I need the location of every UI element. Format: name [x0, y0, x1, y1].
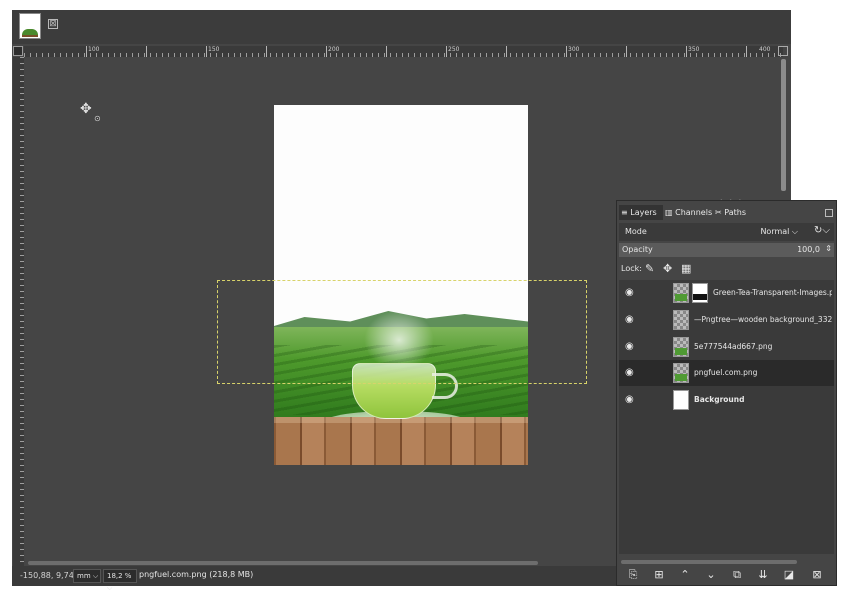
layer-mask-thumbnail[interactable] — [692, 283, 708, 303]
lock-label: Lock: — [621, 264, 642, 273]
dock-tabs: ≡ Layers ▥ Channels ✂ Paths — [617, 203, 836, 221]
close-tab-icon[interactable]: ⊠ — [48, 19, 58, 29]
ruler-label: 400 — [759, 46, 771, 53]
ruler-major-tick — [746, 46, 747, 57]
duplicate-layer-icon[interactable]: ⧉ — [729, 567, 745, 583]
ruler-major-tick — [146, 46, 147, 57]
layers-button-bar: ⎘ ⊞ ⌃ ⌄ ⧉ ⇊ ◪ ⊠ — [619, 566, 834, 584]
move-cursor-icon: ✥ — [80, 101, 92, 117]
opacity-value: 100,0 — [797, 245, 820, 254]
delete-layer-icon[interactable]: ⊠ — [809, 567, 825, 583]
layer-name: 5e777544ad667.png — [694, 342, 773, 351]
layer-thumbnail — [673, 363, 689, 383]
mode-select[interactable]: Normal ⌵ — [760, 227, 798, 237]
ruler-major-tick — [326, 46, 327, 57]
layer-boundary-selection — [217, 280, 587, 384]
wooden-table — [274, 417, 528, 465]
visibility-eye-icon[interactable]: ◉ — [625, 367, 634, 378]
list-item[interactable]: ◉ Green-Tea-Transparent-Images.png — [619, 280, 834, 306]
vertical-ruler[interactable] — [13, 57, 24, 567]
lock-alpha-icon[interactable]: ▦ — [681, 262, 691, 275]
tab-channels-label: Channels — [675, 208, 713, 217]
ruler-major-tick — [446, 46, 447, 57]
opacity-label: Opacity — [622, 245, 653, 254]
tab-paths[interactable]: ✂ Paths — [713, 205, 755, 220]
layer-name: pngfuel.com.png — [694, 368, 758, 377]
ruler-major-tick — [686, 46, 687, 57]
unit-select[interactable]: mm ⌵ — [73, 569, 101, 583]
thumbnail-wood — [22, 35, 38, 37]
layer-name: —Pngtree—wooden background_332239 — [694, 315, 832, 324]
layer-thumbnail — [673, 310, 689, 330]
ruler-major-tick — [206, 46, 207, 57]
visibility-eye-icon[interactable]: ◉ — [625, 314, 634, 325]
lock-position-icon[interactable]: ✥ — [663, 262, 672, 275]
visibility-eye-icon[interactable]: ◉ — [625, 394, 634, 405]
layer-thumbnail — [673, 337, 689, 357]
ruler-label: 300 — [568, 46, 580, 53]
layer-thumbnail — [673, 283, 689, 303]
cursor-target-icon: ⊙ — [94, 114, 101, 123]
status-message: pngfuel.com.png (218,8 MB) — [139, 570, 254, 579]
status-bar: -150,88, 9,74 mm ⌵ 18,2 % ⌵ pngfuel.com.… — [12, 566, 616, 592]
layers-dock: ≡ Layers ▥ Channels ✂ Paths Mode Normal … — [616, 200, 837, 586]
list-item[interactable]: ◉ Background — [619, 387, 834, 413]
list-item[interactable]: ◉ 5e777544ad667.png — [619, 334, 834, 360]
mode-value: Normal — [760, 227, 790, 236]
mode-label: Mode — [625, 227, 647, 236]
quick-mask-toggle[interactable] — [13, 46, 23, 56]
image-tab-thumbnail[interactable] — [19, 13, 41, 39]
new-layer-icon[interactable]: ⊞ — [651, 567, 667, 583]
tab-paths-label: Paths — [724, 208, 746, 217]
mode-row: Mode Normal ⌵ ↻⌵ — [619, 223, 834, 241]
visibility-eye-icon[interactable]: ◉ — [625, 287, 634, 298]
unit-value: mm — [77, 572, 91, 580]
vertical-scrollbar[interactable] — [781, 59, 786, 191]
ruler-label: 250 — [448, 46, 460, 53]
ruler-major-tick — [626, 46, 627, 57]
horizontal-scrollbar[interactable] — [28, 561, 538, 565]
add-mask-icon[interactable]: ◪ — [781, 567, 797, 583]
lock-row: Lock: ✎ ✥ ▦ — [619, 261, 834, 277]
raise-layer-icon[interactable]: ⌃ — [677, 567, 693, 583]
tab-layers-label: Layers — [630, 208, 657, 217]
layer-name: Background — [694, 395, 745, 404]
ruler-major-tick — [566, 46, 567, 57]
pointer-coordinates: -150,88, 9,74 — [20, 571, 74, 580]
lower-layer-icon[interactable]: ⌄ — [703, 567, 719, 583]
new-layer-group-icon[interactable]: ⎘ — [625, 567, 641, 583]
list-item[interactable]: ◉ —Pngtree—wooden background_332239 — [619, 307, 834, 333]
layers-horizontal-scrollbar[interactable] — [621, 560, 797, 564]
ruler-label: 100 — [88, 46, 100, 53]
ruler-label: 350 — [688, 46, 700, 53]
zoom-value: 18,2 % — [107, 572, 132, 580]
layer-thumbnail — [673, 390, 689, 410]
layers-list: ◉ Green-Tea-Transparent-Images.png ◉ —Pn… — [619, 280, 834, 554]
merge-layer-icon[interactable]: ⇊ — [755, 567, 771, 583]
lock-pixels-icon[interactable]: ✎ — [645, 262, 654, 275]
list-item[interactable]: ◉ pngfuel.com.png — [619, 360, 834, 386]
ruler-major-tick — [506, 46, 507, 57]
ruler-label: 200 — [328, 46, 340, 53]
tab-layers[interactable]: ≡ Layers — [619, 205, 663, 220]
layer-name: Green-Tea-Transparent-Images.png — [713, 288, 832, 297]
tab-channels[interactable]: ▥ Channels — [663, 205, 713, 220]
ruler-major-tick — [86, 46, 87, 57]
horizontal-ruler[interactable]: 100 150 200 250 300 350 400 — [24, 46, 783, 57]
zoom-select[interactable]: 18,2 % ⌵ — [103, 569, 137, 592]
visibility-eye-icon[interactable]: ◉ — [625, 341, 634, 352]
dock-config-icon[interactable] — [825, 209, 833, 217]
ruler-major-tick — [386, 46, 387, 57]
ruler-major-tick — [266, 46, 267, 57]
mode-reset-icon[interactable]: ↻⌵ — [814, 225, 830, 236]
opacity-slider[interactable]: Opacity 100,0 ⇕ — [619, 243, 834, 257]
ruler-label: 150 — [208, 46, 220, 53]
opacity-spinner-icon[interactable]: ⇕ — [825, 244, 832, 253]
image-tab-bar: ⊠ — [12, 10, 791, 44]
navigate-button[interactable] — [778, 46, 788, 56]
